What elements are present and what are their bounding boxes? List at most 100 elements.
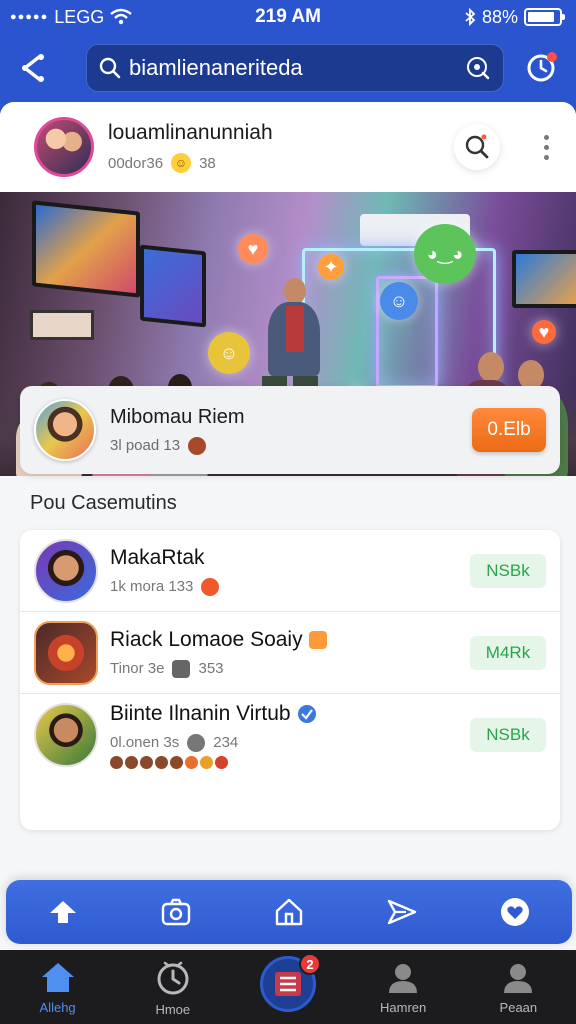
heart-circle-icon	[501, 898, 530, 926]
list-item-count-pill[interactable]: NSBk	[470, 553, 546, 588]
tv-screen-left-2	[140, 244, 206, 328]
person-icon	[504, 964, 533, 993]
post-subtitle: 00dor36	[108, 154, 164, 172]
camera-search-icon[interactable]	[465, 55, 491, 81]
smiley-sticker-icon: ☺	[380, 282, 418, 320]
tab-label: Peaan	[499, 1000, 538, 1015]
battery-icon	[524, 8, 565, 26]
featured-subtitle: 3l poad 13	[110, 437, 181, 454]
list-item[interactable]: MakaRtak 1k mora 133 NSBk	[20, 530, 560, 612]
post-header: louamlinanunniah 00dor36 ☺ 38	[0, 102, 576, 192]
list-item-subtitle: Tinor 3e	[110, 660, 165, 677]
post-count: 38	[199, 154, 216, 172]
chat-emoji-icon	[201, 577, 220, 596]
favorites-button[interactable]	[491, 888, 539, 936]
notifications-button[interactable]	[520, 46, 564, 90]
presenter-shirt	[286, 306, 304, 352]
tv-screen-right	[512, 250, 576, 308]
smile-emoji-icon: ☺	[171, 153, 192, 173]
tab-history[interactable]: Hmoe	[125, 960, 221, 1017]
home-outline-icon	[275, 898, 303, 926]
list-item-subtitle-row: 1k mora 133	[110, 577, 470, 596]
search-icon	[99, 57, 121, 79]
list-item-title-row: Biinte Ilnanin Virtub	[110, 702, 470, 726]
presenter-head	[284, 278, 306, 304]
wall-sign	[30, 310, 94, 340]
up-arrow-icon	[49, 901, 76, 923]
orange-sticker-icon: ♥	[532, 320, 556, 344]
tab-people[interactable]: Hamren	[355, 960, 451, 1015]
bottom-tab-bar: Allehg Hmoe 2 Hamren Peaan	[0, 950, 576, 1024]
battery-percent: 88%	[481, 6, 518, 27]
share-back-icon	[22, 54, 44, 82]
list-item-count: 353	[198, 660, 224, 677]
list-item-avatar[interactable]	[34, 538, 98, 603]
center-tab-button[interactable]: 2	[259, 953, 321, 1012]
list-item-subtitle-row: Tinor 3e 353	[110, 659, 470, 678]
list-item-meta: Riack Lomaoe Soaiy Tinor 3e 353	[110, 628, 470, 678]
post-meta: louamlinanunniah 00dor36 ☺ 38	[108, 121, 454, 173]
post-author[interactable]: louamlinanunniah	[108, 121, 454, 145]
camera-button[interactable]	[152, 888, 200, 936]
list-item-count: 234	[213, 734, 239, 751]
tab-home[interactable]: Allehg	[10, 960, 106, 1015]
reaction-row	[110, 755, 470, 769]
tab-label: Allehg	[39, 1000, 76, 1015]
person-icon	[389, 964, 418, 993]
list-item-meta: Biinte Ilnanin Virtub 0l.onen 3s 234	[110, 702, 470, 769]
search-value: biamlienaneriteda	[129, 55, 303, 80]
featured-creator-card[interactable]: Mibomau Riem 3l poad 13 0.Elb	[20, 386, 560, 474]
list-item[interactable]: Biinte Ilnanin Virtub 0l.onen 3s 234 NSB…	[20, 694, 560, 776]
tab-center[interactable]: 2	[240, 953, 336, 1018]
monster-sticker-icon: ◕‿◕	[414, 224, 476, 284]
bluetooth-icon	[465, 8, 476, 26]
featured-subtitle-row: 3l poad 13	[110, 436, 472, 455]
back-button[interactable]	[12, 46, 56, 90]
status-right: 88%	[464, 6, 565, 28]
carrier-label: LEGG	[54, 6, 105, 27]
verified-icon	[297, 704, 316, 723]
creator-list: MakaRtak 1k mora 133 NSBk Riack Lomaoe S…	[20, 530, 560, 830]
more-options-icon[interactable]	[536, 134, 556, 160]
list-item-avatar[interactable]	[34, 703, 98, 767]
featured-avatar[interactable]	[34, 399, 96, 461]
featured-title[interactable]: Mibomau Riem	[110, 406, 472, 429]
list-item-subtitle: 0l.onen 3s	[110, 734, 180, 751]
notification-badge: 2	[298, 953, 321, 975]
chat-icon	[172, 659, 191, 678]
tv-screen-left	[32, 200, 140, 298]
signal-dots-icon: ●●●●●	[10, 11, 49, 23]
list-item-count-pill[interactable]: M4Rk	[470, 635, 546, 670]
status-left: ●●●●● LEGG	[10, 6, 133, 28]
emoji-icon	[188, 436, 207, 455]
section-title: Pou Casemutins	[30, 492, 177, 514]
list-item[interactable]: Riack Lomaoe Soaiy Tinor 3e 353 M4Rk	[20, 612, 560, 694]
search-icon	[465, 134, 489, 159]
list-item-subtitle-row: 0l.onen 3s 234	[110, 733, 470, 752]
search-input[interactable]: biamlienaneriteda	[86, 44, 504, 92]
post-search-button[interactable]	[454, 124, 500, 170]
featured-action-button[interactable]: 0.Elb	[472, 408, 546, 452]
clock-icon	[157, 961, 189, 995]
list-item-meta: MakaRtak 1k mora 133	[110, 546, 470, 596]
status-bar: ●●●●● LEGG 219 AM 88%	[0, 0, 576, 34]
list-item-title: MakaRtak	[110, 545, 205, 569]
list-item-title: Biinte Ilnanin Virtub	[110, 701, 291, 725]
list-item-avatar[interactable]	[34, 620, 98, 685]
list-item-count-pill[interactable]: NSBk	[470, 718, 546, 752]
author-avatar[interactable]	[34, 117, 94, 177]
tab-label: Hmoe	[155, 1002, 191, 1017]
home-button[interactable]	[265, 888, 313, 936]
heart-sticker-icon: ♥	[238, 234, 268, 264]
home-icon	[41, 963, 74, 992]
tab-profile[interactable]: Peaan	[470, 960, 566, 1015]
gift-emoji-icon	[308, 630, 327, 649]
battery-fill	[528, 12, 555, 22]
post-subtitle-row: 00dor36 ☺ 38	[108, 153, 454, 173]
list-item-title-row: Riack Lomaoe Soaiy	[110, 628, 470, 652]
camera-icon	[161, 898, 190, 926]
send-button[interactable]	[378, 888, 426, 936]
up-arrow-button[interactable]	[39, 888, 87, 936]
list-item-subtitle: 1k mora 133	[110, 578, 194, 595]
send-icon	[387, 899, 417, 925]
